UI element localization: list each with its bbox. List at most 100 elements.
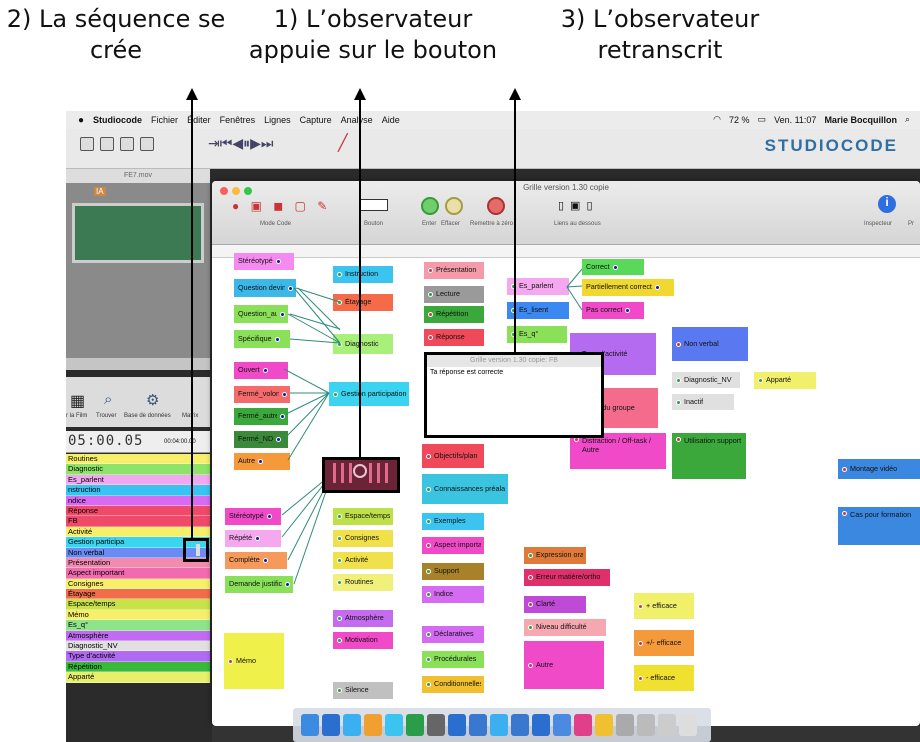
code-button-label: Stéréotypé [238,257,273,266]
dock-app-icon[interactable] [616,714,634,736]
code-button-reponse[interactable]: Réponse [424,329,484,346]
code-button-correct[interactable]: Correct [582,259,644,275]
dock-app-icon[interactable] [553,714,571,736]
code-button-cas-formation[interactable]: Cas pour formation [838,507,920,545]
dock-app-icon[interactable] [595,714,613,736]
code-button-autre1[interactable]: Autre [234,453,290,470]
code-button-es-lisent[interactable]: Es_lisent [507,302,569,319]
code-button-support[interactable]: Support [422,563,484,580]
code-button-demande[interactable]: Demande justification [225,576,293,593]
dock-app-icon[interactable] [679,714,697,736]
dock-app-icon[interactable] [658,714,676,736]
code-button-aspect[interactable]: Aspect important [422,537,484,554]
code-button-instruction[interactable]: Instruction [333,266,393,283]
code-button-espace[interactable]: Espace/temps [333,508,393,525]
code-button-objectifs[interactable]: Objectifs/plan [422,444,484,468]
code-button-autre2[interactable]: Autre [524,641,604,689]
code-button-conditionnelles[interactable]: Conditionnelles [422,676,484,693]
link-dot-icon [676,341,681,347]
code-button-silence[interactable]: Silence [333,682,393,699]
link-dot-icon [288,285,293,291]
dock-app-icon[interactable] [511,714,529,736]
code-button-inactif[interactable]: Inactif [672,394,734,410]
dock-app-icon[interactable] [469,714,487,736]
code-button-connaissances[interactable]: Connaissances préalables [422,474,508,504]
code-button-presentation[interactable]: Présentation [424,262,484,279]
code-button-partiellement[interactable]: Partiellement correct [582,279,674,296]
code-button-non-verbal[interactable]: Non verbal [672,327,748,361]
dock-app-icon[interactable] [343,714,361,736]
code-button-label: Correct [586,262,610,271]
link-dot-icon [337,688,342,693]
code-button-erreur[interactable]: Erreur matière/ortho [524,569,610,586]
link-dot-icon [676,437,681,442]
code-button-utilisation[interactable]: Utilisation support [672,433,746,479]
code-button-complete[interactable]: Complète [225,552,287,569]
transcription-popup[interactable]: Grille version 1.30 copie: FB Ta réponse… [424,352,604,438]
code-button-niveau[interactable]: Niveau difficulté [524,619,606,636]
code-button-montage[interactable]: Montage vidéo [838,459,920,479]
code-button-indice[interactable]: Indice [422,586,484,603]
code-button-repetition[interactable]: Répétition [424,306,484,323]
code-button-consignes[interactable]: Consignes [333,530,393,547]
link-dot-icon [676,377,681,383]
dock-app-icon[interactable] [301,714,319,736]
code-button-lecture[interactable]: Lecture [424,286,484,303]
code-button-repete[interactable]: Répété [225,530,281,547]
popup-text[interactable]: Ta réponse est correcte [427,367,601,378]
code-button-procedurales[interactable]: Procédurales [422,651,484,668]
code-button-clarte[interactable]: Clarté [524,596,586,613]
code-button-exemples[interactable]: Exemples [422,513,484,530]
dock-app-icon[interactable] [406,714,424,736]
code-button-ouvert[interactable]: Ouvert [234,362,288,379]
dock-app-icon[interactable] [490,714,508,736]
dock-app-icon[interactable] [448,714,466,736]
link-dot-icon [428,292,433,297]
code-button-question-devinette[interactable]: Question devinette [234,279,296,297]
code-button-question-autre[interactable]: Question_autre [234,305,288,323]
code-button-distraction[interactable]: Distraction / Off-task / Autre [570,433,666,469]
code-button-pm-eff[interactable]: +/- efficace [634,630,694,656]
code-button-label: Apparté [766,376,792,385]
dock-app-icon[interactable] [364,714,382,736]
dock-app-icon[interactable] [532,714,550,736]
dock-app-icon[interactable] [637,714,655,736]
code-button-diagnostic-nv[interactable]: Diagnostic_NV [672,372,740,388]
code-button-specifique[interactable]: Spécifique [234,330,290,348]
code-button-apparte[interactable]: Apparté [754,372,816,389]
code-button-es-q[interactable]: Es_q° [507,326,567,343]
code-button-motivation[interactable]: Motivation [333,632,393,649]
code-button-atmosphere[interactable]: Atmosphère [333,610,393,627]
code-button-memo[interactable]: Mémo [224,633,284,689]
code-button-moins-eff[interactable]: - efficace [634,665,694,691]
code-button-routines[interactable]: Routines [333,574,393,591]
code-button-stereotype1[interactable]: Stéréotypé [234,253,294,270]
code-button-activite[interactable]: Activité [333,552,393,569]
arrow-1-head [354,88,366,100]
code-button-gestion[interactable]: Gestion participation [329,382,409,406]
code-button-label: Instruction [345,270,379,279]
code-button-label: Répétition [436,310,469,319]
code-button-etayage[interactable]: Étayage [333,294,393,311]
code-button-plus-eff[interactable]: + efficace [634,593,694,619]
code-button-label: Silence [345,686,369,695]
link-dot-icon [282,392,287,397]
code-button-label: Partiellement correct [586,283,652,292]
code-button-label: Réponse [436,333,465,342]
dock-app-icon[interactable] [322,714,340,736]
code-button-label: Espace/temps [345,512,390,521]
code-button-es-parlent[interactable]: Es_parlent [507,278,569,295]
code-button-pas-correct[interactable]: Pas correct [582,302,644,319]
dock-app-icon[interactable] [427,714,445,736]
dock-app-icon[interactable] [574,714,592,736]
code-button-ferme-volontaire[interactable]: Fermé_volontaire [234,386,290,403]
code-button-label: Question_autre [238,309,277,318]
code-button-label: Question devinette [238,283,285,292]
code-button-ferme-autre[interactable]: Fermé_autre [234,408,288,425]
code-button-diagnostic[interactable]: Diagnostic [333,334,393,354]
code-button-declaratives[interactable]: Déclaratives [422,626,484,643]
code-button-stereotype2[interactable]: Stéréotypé [225,508,281,525]
code-button-ferme-nd[interactable]: Fermé_ND [234,431,288,448]
dock-app-icon[interactable] [385,714,403,736]
code-button-expression[interactable]: Expression orale [524,547,586,564]
